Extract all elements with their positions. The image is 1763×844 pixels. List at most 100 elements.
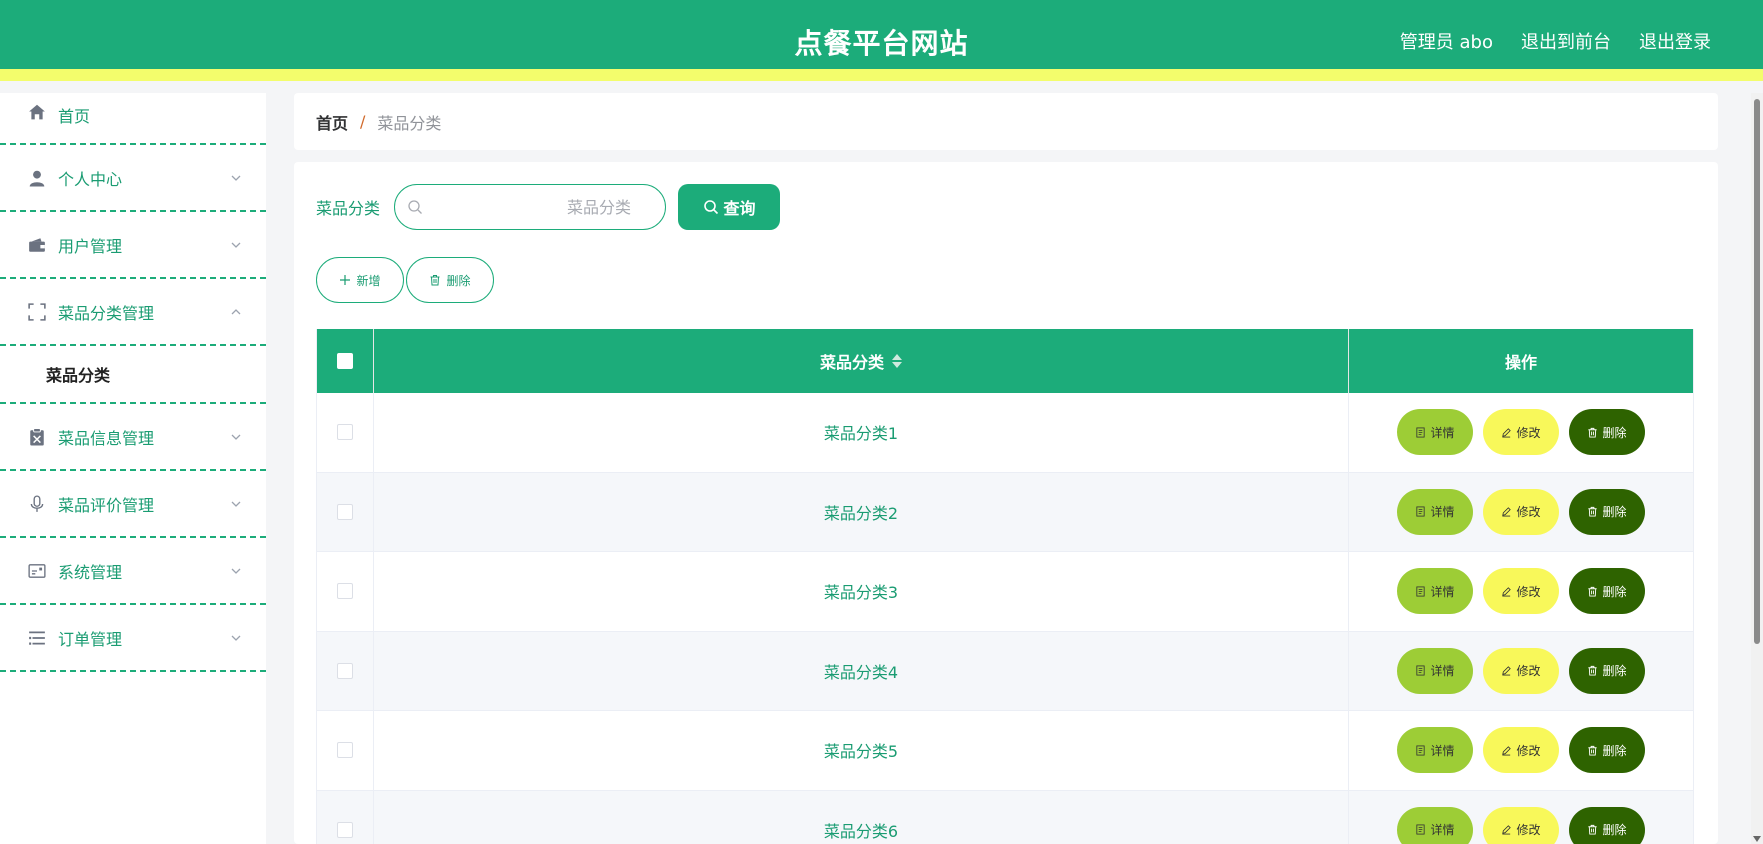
document-icon bbox=[1416, 665, 1426, 676]
sidebar-item-dish-review-mgmt[interactable]: 菜品评价管理 bbox=[0, 471, 266, 538]
column-header-category[interactable]: 菜品分类 bbox=[374, 329, 1349, 393]
edit-button[interactable]: 修改 bbox=[1483, 488, 1559, 535]
table-row: 菜品分类5 详情 修改 删除 bbox=[317, 711, 1693, 791]
sidebar-item-label: 用户管理 bbox=[58, 236, 123, 256]
scroll-down-arrow-icon[interactable] bbox=[1753, 836, 1761, 842]
category-name: 菜品分类3 bbox=[823, 583, 899, 603]
sidebar-item-profile[interactable]: 个人中心 bbox=[0, 145, 266, 212]
chevron-down-icon bbox=[231, 242, 241, 248]
chevron-down-icon bbox=[231, 568, 241, 574]
detail-button[interactable]: 详情 bbox=[1397, 727, 1473, 774]
list-icon bbox=[28, 629, 46, 647]
trash-icon bbox=[430, 275, 440, 286]
sidebar-item-home[interactable]: 首页 bbox=[0, 93, 266, 145]
edit-button-label: 修改 bbox=[1516, 425, 1541, 440]
delete-button[interactable]: 删除 bbox=[1569, 409, 1645, 456]
edit-button[interactable]: 修改 bbox=[1483, 647, 1559, 694]
table-header: 菜品分类 操作 bbox=[317, 329, 1693, 393]
edit-button[interactable]: 修改 bbox=[1483, 727, 1559, 774]
edit-button[interactable]: 修改 bbox=[1483, 568, 1559, 615]
table-row: 菜品分类3 详情 修改 删除 bbox=[317, 552, 1693, 632]
row-checkbox[interactable] bbox=[337, 583, 353, 600]
delete-button[interactable]: 删除 bbox=[1569, 568, 1645, 615]
sidebar-item-dish-info-mgmt[interactable]: 菜品信息管理 bbox=[0, 404, 266, 471]
table-body: 菜品分类1 详情 修改 删除 菜品分类2 详情 修改 删除 菜品分类3 详情 修… bbox=[317, 393, 1693, 844]
scrollbar-thumb[interactable] bbox=[1754, 99, 1760, 644]
header-checkbox-cell bbox=[317, 329, 374, 393]
detail-button[interactable]: 详情 bbox=[1397, 409, 1473, 456]
detail-button[interactable]: 详情 bbox=[1397, 488, 1473, 535]
category-cell: 菜品分类5 bbox=[374, 711, 1349, 790]
pencil-icon bbox=[1502, 586, 1512, 597]
delete-button[interactable]: 删除 bbox=[1569, 727, 1645, 774]
user-icon bbox=[28, 169, 46, 187]
back-to-front-link[interactable]: 退出到前台 bbox=[1521, 28, 1611, 54]
chevron-down-icon bbox=[231, 501, 241, 507]
sidebar-subitem-dish-category[interactable]: 菜品分类 bbox=[0, 346, 266, 404]
sidebar-item-system-mgmt[interactable]: 系统管理 bbox=[0, 538, 266, 605]
home-icon bbox=[28, 103, 46, 121]
sidebar-item-label: 首页 bbox=[58, 107, 91, 126]
row-checkbox[interactable] bbox=[337, 424, 353, 441]
row-checkbox[interactable] bbox=[337, 503, 353, 520]
detail-button-label: 详情 bbox=[1430, 823, 1455, 838]
top-header: 点餐平台网站 管理员 abo 退出到前台 退出登录 bbox=[0, 0, 1763, 81]
edit-button-label: 修改 bbox=[1516, 823, 1541, 838]
actions-cell: 详情 修改 删除 bbox=[1349, 791, 1693, 844]
document-icon bbox=[1416, 506, 1426, 517]
pencil-icon bbox=[1502, 666, 1512, 676]
row-checkbox[interactable] bbox=[337, 662, 353, 679]
sidebar-item-label: 菜品评价管理 bbox=[58, 495, 155, 515]
add-button-label: 新增 bbox=[356, 273, 381, 288]
delete-button[interactable]: 删除 bbox=[1569, 806, 1645, 844]
delete-button[interactable]: 删除 bbox=[1569, 647, 1645, 694]
sidebar-item-label: 个人中心 bbox=[58, 169, 123, 189]
page-scrollbar[interactable] bbox=[1751, 93, 1763, 844]
select-all-checkbox[interactable] bbox=[337, 353, 353, 369]
sidebar-item-users[interactable]: 用户管理 bbox=[0, 212, 266, 279]
edit-button[interactable]: 修改 bbox=[1483, 409, 1559, 456]
sidebar-item-order-mgmt[interactable]: 订单管理 bbox=[0, 605, 266, 672]
clipboard-icon bbox=[28, 427, 46, 446]
add-button[interactable]: 新增 bbox=[316, 257, 404, 303]
row-checkbox[interactable] bbox=[337, 742, 353, 759]
sidebar-item-dish-category-mgmt[interactable]: 菜品分类管理 bbox=[0, 279, 266, 346]
admin-user-label: 管理员 abo bbox=[1399, 32, 1493, 53]
pencil-icon bbox=[1502, 745, 1512, 756]
detail-button[interactable]: 详情 bbox=[1397, 806, 1473, 844]
document-icon bbox=[1416, 586, 1426, 597]
row-checkbox-cell bbox=[317, 711, 374, 790]
logout-link[interactable]: 退出登录 bbox=[1639, 28, 1711, 54]
category-table: 菜品分类 操作 菜品分类1 详情 修改 删除 菜品分类2 详情 修改 删除 菜品… bbox=[316, 329, 1694, 844]
category-cell: 菜品分类4 bbox=[374, 631, 1349, 710]
sort-icon[interactable] bbox=[892, 353, 902, 369]
column-header-actions: 操作 bbox=[1349, 329, 1693, 393]
delete-button[interactable]: 删除 bbox=[1569, 488, 1645, 535]
delete-button-label: 删除 bbox=[1602, 664, 1627, 679]
detail-button[interactable]: 详情 bbox=[1397, 647, 1473, 694]
chevron-down-icon bbox=[231, 635, 241, 641]
edit-button[interactable]: 修改 bbox=[1483, 806, 1559, 844]
trash-icon bbox=[1588, 507, 1598, 517]
trash-icon bbox=[1588, 745, 1598, 756]
main-content: 菜品分类 查询 新增 删除 菜品分类 bbox=[294, 162, 1718, 844]
row-checkbox-cell bbox=[317, 631, 374, 710]
query-button-label: 查询 bbox=[723, 199, 756, 218]
microphone-icon bbox=[28, 494, 46, 513]
detail-button[interactable]: 详情 bbox=[1397, 568, 1473, 615]
category-name: 菜品分类2 bbox=[823, 503, 899, 523]
row-checkbox[interactable] bbox=[337, 821, 353, 838]
edit-button-label: 修改 bbox=[1516, 505, 1541, 520]
breadcrumb-home[interactable]: 首页 bbox=[316, 110, 348, 134]
edit-button-label: 修改 bbox=[1516, 743, 1541, 758]
trash-icon bbox=[1588, 825, 1598, 835]
search-input[interactable] bbox=[395, 185, 666, 229]
delete-button-label: 删除 bbox=[1602, 425, 1627, 440]
query-button[interactable]: 查询 bbox=[678, 184, 781, 230]
batch-delete-button[interactable]: 删除 bbox=[406, 257, 494, 303]
category-cell: 菜品分类2 bbox=[374, 472, 1349, 551]
sidebar-item-label: 订单管理 bbox=[58, 629, 123, 649]
sidebar-item-label: 菜品分类管理 bbox=[58, 303, 155, 323]
sidebar-item-label: 菜品信息管理 bbox=[58, 428, 155, 448]
chevron-down-icon bbox=[231, 175, 241, 181]
